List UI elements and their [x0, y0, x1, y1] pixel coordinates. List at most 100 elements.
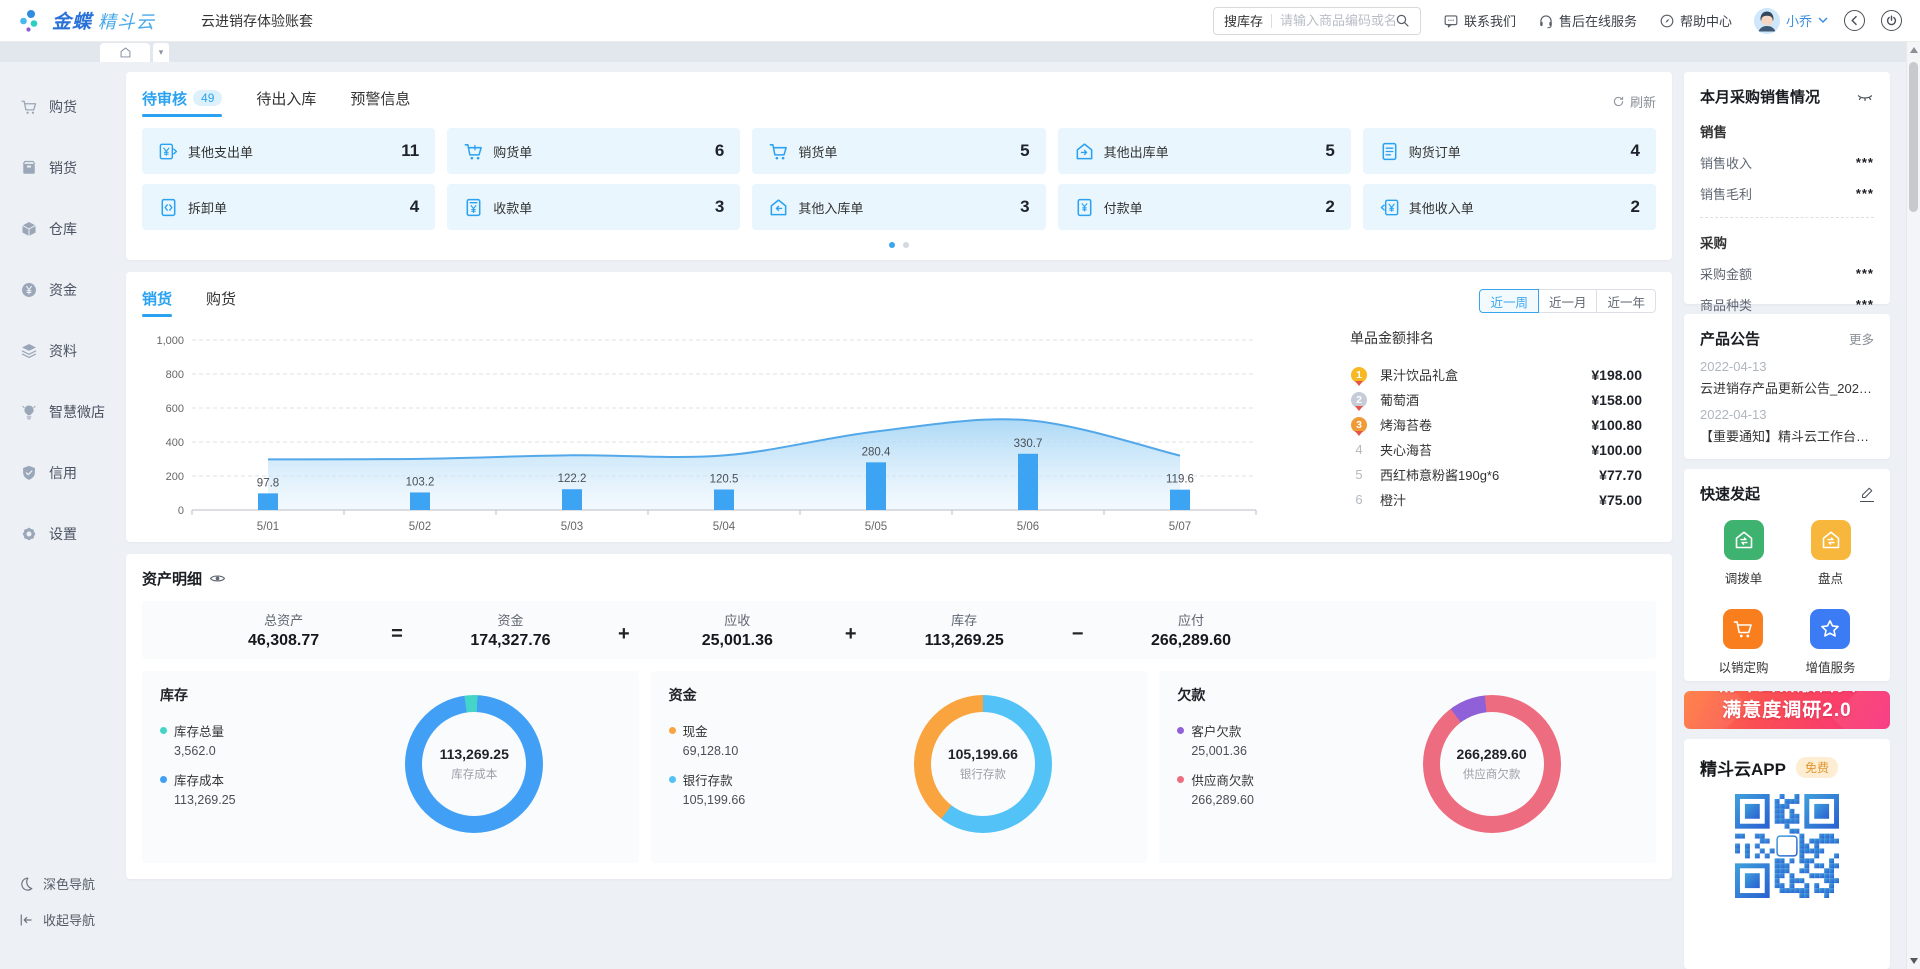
todo-card-sales-order[interactable]: 销货单 5	[752, 128, 1045, 174]
sidebar-item-data[interactable]: 资料	[0, 326, 110, 376]
range-last-month-button[interactable]: 近一月	[1538, 289, 1598, 313]
sidebar-item-sales[interactable]: 销货	[0, 143, 110, 193]
home-tab[interactable]	[100, 43, 150, 62]
help-center-label: 帮助中心	[1680, 11, 1732, 30]
equals-operator: =	[385, 623, 409, 646]
svg-text:200: 200	[166, 471, 184, 483]
app-header: 金蝶 精斗云 云进销存体验账套 搜库存 联系我们 售后在线服务 帮助中心 小乔	[0, 0, 1920, 42]
ranking-row[interactable]: 2 葡萄酒 ¥158.00	[1350, 387, 1642, 412]
sidebar-item-credit[interactable]: 信用	[0, 448, 110, 498]
ranking-row[interactable]: 6 橙汁 ¥75.00	[1350, 487, 1642, 512]
sidebar-nav: 购货 销货 仓库 资金 资料 智慧微店 信用 设置 深色导航 收起导航	[0, 62, 110, 969]
inventory-search[interactable]: 搜库存	[1213, 7, 1421, 35]
svg-text:1,000: 1,000	[156, 335, 184, 347]
dark-nav-toggle[interactable]: 深色导航	[0, 874, 110, 893]
todo-panel: 待审核 49 待出入库 预警信息 刷新 其他支出单 11 购货单	[126, 72, 1672, 260]
quick-action-purchase-by-sales[interactable]: 以销定购	[1718, 609, 1768, 676]
sidebar-item-smart-store[interactable]: 智慧微店	[0, 387, 110, 437]
announcement-item[interactable]: 2022-04-13 云进销存产品更新公告_20220...	[1700, 359, 1874, 397]
search-icon[interactable]	[1395, 13, 1410, 28]
contact-us-link[interactable]: 联系我们	[1443, 11, 1516, 30]
todo-card-other-inbound[interactable]: 其他入库单 3	[752, 184, 1045, 230]
quick-action-value-added[interactable]: 增值服务	[1805, 609, 1855, 676]
ranking-row[interactable]: 3 烤海苔卷 ¥100.80	[1350, 412, 1642, 437]
dark-nav-label: 深色导航	[43, 874, 95, 893]
pager-dot-1[interactable]	[889, 242, 895, 248]
tab-pending-inout[interactable]: 待出入库	[256, 88, 316, 115]
sidebar-item-warehouse[interactable]: 仓库	[0, 204, 110, 254]
svg-text:119.6: 119.6	[1166, 474, 1194, 486]
search-scope-label[interactable]: 搜库存	[1224, 11, 1263, 30]
scroll-down-arrow[interactable]	[1910, 958, 1918, 964]
brand-logo[interactable]: 金蝶 精斗云	[52, 7, 155, 34]
range-last-week-button[interactable]: 近一周	[1479, 289, 1539, 313]
survey-banner[interactable]: 精斗云新版首页 满意度调研2.0 全新首页已到来 期待收到您的反馈	[1684, 691, 1890, 729]
scroll-up-arrow[interactable]	[1910, 47, 1918, 53]
sidebar-item-funds[interactable]: 资金	[0, 265, 110, 315]
page-scrollbar[interactable]	[1906, 42, 1920, 969]
ranking-row[interactable]: 1 果汁饮品礼盒 ¥198.00	[1350, 362, 1642, 387]
app-promo-title: 精斗云APP	[1700, 755, 1786, 780]
edit-pencil-icon[interactable]	[1860, 486, 1874, 502]
eye-icon[interactable]	[209, 570, 226, 587]
tab-alerts[interactable]: 预警信息	[350, 88, 410, 115]
ranking-product-name: 夹心海苔	[1380, 440, 1591, 459]
range-last-year-button[interactable]: 近一年	[1596, 289, 1656, 313]
svg-text:103.2: 103.2	[406, 476, 435, 488]
collapse-nav-toggle[interactable]: 收起导航	[0, 910, 110, 929]
todo-card-other-expense[interactable]: 其他支出单 11	[142, 128, 435, 174]
tab-dropdown-button[interactable]: ▾	[153, 43, 169, 62]
chat-bubble-icon	[1443, 13, 1459, 29]
todo-card-purchase-order[interactable]: 购货单 6	[447, 128, 740, 174]
quick-action-transfer[interactable]: 调拨单	[1724, 520, 1764, 587]
debt-panel: 欠款 客户欠款 25,001.36 供应商欠款 266,289.60	[1159, 671, 1656, 863]
plus-operator: +	[839, 623, 863, 646]
logout-power-button[interactable]	[1881, 10, 1902, 31]
more-link[interactable]: 更多	[1849, 329, 1874, 348]
todo-card-disassembly[interactable]: 拆卸单 4	[142, 184, 435, 230]
ranking-row[interactable]: 4 夹心海苔 ¥100.00	[1350, 437, 1642, 462]
tab-purchase-trend[interactable]: 购货	[206, 288, 236, 315]
warehouse-out-icon	[1074, 141, 1095, 162]
todo-card-payment[interactable]: 付款单 2	[1058, 184, 1351, 230]
todo-card-count: 5	[1325, 141, 1334, 161]
announcements-panel: 产品公告 更多 2022-04-13 云进销存产品更新公告_20220... 2…	[1684, 314, 1890, 459]
search-input[interactable]	[1280, 13, 1395, 28]
sidebar-item-purchase[interactable]: 购货	[0, 82, 110, 132]
account-title: 云进销存体验账套	[201, 11, 313, 31]
tab-sales-trend[interactable]: 销货	[142, 288, 172, 315]
sidebar-item-settings[interactable]: 设置	[0, 509, 110, 559]
help-center-link[interactable]: 帮助中心	[1659, 11, 1732, 30]
svg-text:5/01: 5/01	[257, 521, 279, 533]
total-receivable: 应收 25,001.36	[636, 610, 839, 650]
ranking-amount: ¥77.70	[1599, 467, 1642, 483]
quick-action-stocktake[interactable]: 盘点	[1811, 520, 1851, 587]
refresh-button[interactable]: 刷新	[1612, 92, 1656, 111]
back-switch-button[interactable]	[1844, 10, 1865, 31]
todo-card-purchase-request[interactable]: 购货订单 4	[1363, 128, 1656, 174]
time-range-group: 近一周 近一月 近一年	[1479, 289, 1656, 313]
todo-card-other-outbound[interactable]: 其他出库单 5	[1058, 128, 1351, 174]
refresh-label: 刷新	[1630, 92, 1656, 111]
todo-card-count: 2	[1325, 197, 1334, 217]
total-funds: 资金 174,327.76	[409, 610, 612, 650]
todo-pager	[142, 242, 1656, 248]
scroll-thumb[interactable]	[1909, 62, 1918, 212]
quick-action-label: 调拨单	[1725, 568, 1763, 587]
ranking-row[interactable]: 5 西红柿意粉酱190g*6 ¥77.70	[1350, 462, 1642, 487]
divider	[1271, 14, 1272, 28]
payment-yen-icon	[1074, 197, 1095, 218]
todo-card-other-income[interactable]: 其他收入单 2	[1363, 184, 1656, 230]
announcement-text: 【重要通知】精斗云工作台域...	[1700, 426, 1874, 445]
announcement-item[interactable]: 2022-04-13 【重要通知】精斗云工作台域...	[1700, 407, 1874, 445]
user-menu[interactable]: 小乔	[1754, 8, 1828, 34]
todo-card-receipt[interactable]: 收款单 3	[447, 184, 740, 230]
legend-item: 现金 69,128.10	[669, 721, 1130, 758]
announcement-date: 2022-04-13	[1700, 359, 1874, 374]
pager-dot-2[interactable]	[903, 242, 909, 248]
tab-pending-approval[interactable]: 待审核 49	[142, 88, 222, 115]
gear-icon	[20, 525, 38, 543]
after-sales-service-link[interactable]: 售后在线服务	[1538, 11, 1637, 30]
eye-closed-icon[interactable]	[1856, 88, 1874, 106]
todo-card-count: 3	[715, 197, 724, 217]
